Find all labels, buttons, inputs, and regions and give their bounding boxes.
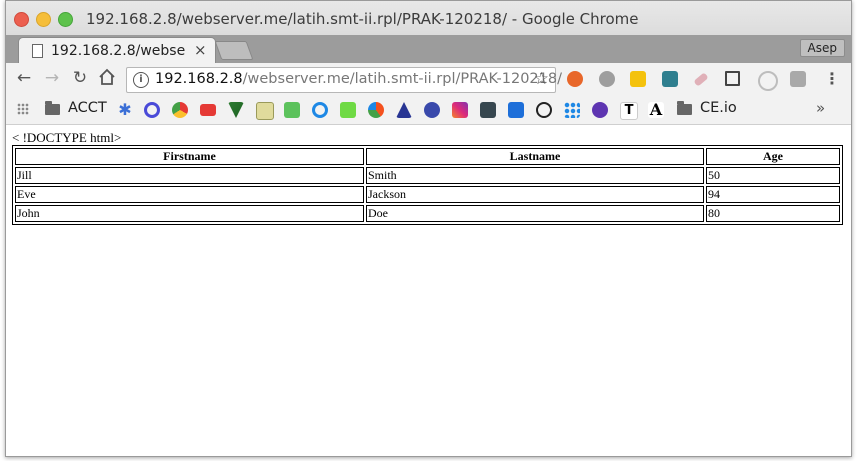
home-icon[interactable] [97,68,117,88]
people-table: Firstname Lastname Age Jill Smith 50 Eve… [12,145,843,225]
table-header-row: Firstname Lastname Age [15,148,840,165]
url-text[interactable]: 192.168.2.8/webserver.me/latih.smt-ii.rp… [155,71,562,87]
asterisk-icon[interactable]: ✱ [117,102,133,118]
bookmark-star-icon[interactable]: ☆ [534,69,549,89]
w3-icon[interactable] [284,102,300,118]
column-header-firstname: Firstname [15,148,364,165]
table-row: Jill Smith 50 [15,167,840,184]
cell-lastname: Jackson [366,186,704,203]
chrome-menu-icon[interactable]: ⋮ [824,69,840,88]
bookmarks-bar: ACCT ✱ T A CE.io » [6,95,851,125]
bookmark-folder-acct[interactable]: ACCT [68,100,107,116]
forward-arrow-icon[interactable]: → [42,68,62,88]
page-content: < !DOCTYPE html> Firstname Lastname Age … [6,125,851,456]
extension-camera-icon[interactable] [790,71,806,87]
t-icon[interactable]: T [620,102,638,120]
bookmarks-overflow-icon[interactable]: » [816,99,825,117]
g-icon[interactable] [256,102,274,120]
chrome-store-icon[interactable] [172,102,188,118]
record-icon[interactable] [536,102,552,118]
document-icon [32,44,43,58]
column-header-lastname: Lastname [366,148,704,165]
youtube-icon[interactable] [200,104,216,116]
cell-firstname: Jill [15,167,364,184]
tab-strip: 192.168.2.8/webserver.me/latih.smt-ii.rp… [6,35,851,65]
tab-active[interactable]: 192.168.2.8/webserver.me/latih.smt-ii.rp… [18,37,216,65]
instagram-icon[interactable] [452,102,468,118]
table-row: Eve Jackson 94 [15,186,840,203]
matrix-icon[interactable] [480,102,496,118]
info-icon[interactable]: i [133,72,149,88]
new-tab-button[interactable] [214,41,254,60]
close-window-button[interactable] [14,12,29,27]
reload-icon[interactable]: ↻ [70,68,90,88]
profile-button[interactable]: Asep [799,39,845,57]
atlas-icon[interactable] [396,102,412,118]
vuetify-icon[interactable] [228,102,244,118]
cell-firstname: John [15,205,364,222]
extension-m-icon[interactable] [630,71,646,87]
school-icon[interactable] [592,102,608,118]
back-arrow-icon[interactable]: ← [14,68,34,88]
power-icon[interactable] [312,102,328,118]
maximize-window-button[interactable] [58,12,73,27]
extension-link-icon[interactable] [758,71,778,91]
extension-life-ring-icon[interactable] [567,71,583,87]
tab-title: 192.168.2.8/webserver.me/latih.smt-ii.rp… [51,43,186,59]
trello-icon[interactable] [508,102,524,118]
cell-age: 80 [706,205,840,222]
dots-icon[interactable] [564,102,580,118]
apps-grid-icon[interactable] [17,103,29,115]
minimize-window-button[interactable] [36,12,51,27]
cell-lastname: Doe [366,205,704,222]
browser-window: 192.168.2.8/webserver.me/latih.smt-ii.rp… [5,0,852,457]
folder-icon[interactable] [677,101,692,115]
toolbar: ← → ↻ i 192.168.2.8/webserver.me/latih.s… [6,63,851,95]
title-bar: 192.168.2.8/webserver.me/latih.smt-ii.rp… [6,1,851,35]
streak-icon[interactable] [368,102,384,118]
cell-age: 50 [706,167,840,184]
url-path: /webserver.me/latih.smt-ii.rpl/PRAK-1202… [242,71,562,87]
upwork-icon[interactable] [340,102,356,118]
table-row: John Doe 80 [15,205,840,222]
tab-close-icon[interactable]: × [194,41,207,59]
loop-icon[interactable] [144,102,160,118]
blue-face-icon[interactable] [424,102,440,118]
a-icon[interactable]: A [648,102,664,118]
doctype-text: < !DOCTYPE html> [12,130,122,145]
cell-age: 94 [706,186,840,203]
column-header-age: Age [706,148,840,165]
extension-eraser-icon[interactable] [693,72,709,87]
url-host: 192.168.2.8 [155,71,243,87]
cell-lastname: Smith [366,167,704,184]
extension-crop-icon[interactable] [725,71,740,86]
folder-icon[interactable] [45,101,60,115]
address-bar[interactable]: i 192.168.2.8/webserver.me/latih.smt-ii.… [126,67,562,93]
cell-firstname: Eve [15,186,364,203]
extension-check-icon[interactable] [662,71,678,87]
bookmark-folder-ceio[interactable]: CE.io [700,100,737,116]
extension-quote-icon[interactable] [599,71,615,87]
window-title: 192.168.2.8/webserver.me/latih.smt-ii.rp… [86,10,639,28]
